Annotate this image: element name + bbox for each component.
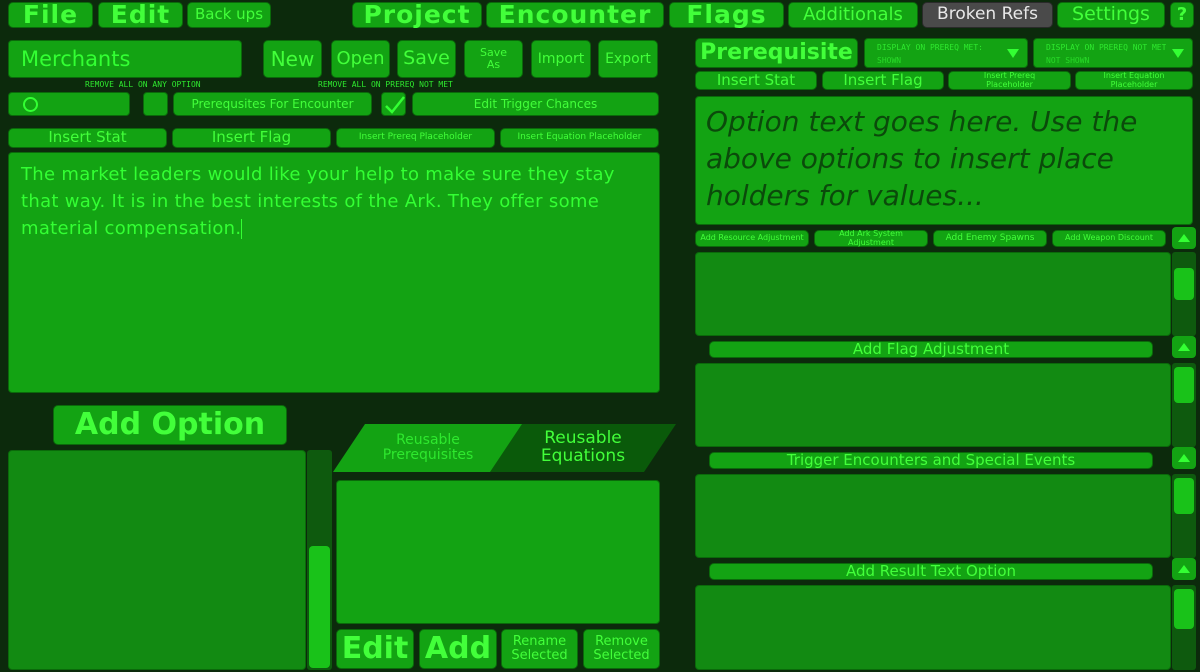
results-scrollbar[interactable]: [1172, 585, 1196, 670]
project-menu[interactable]: Project: [352, 1, 482, 28]
counter-value: 0: [23, 96, 38, 112]
tab-reusable-prerequisites-label: Reusable Prerequisites: [382, 432, 474, 463]
right-insert-stat-button[interactable]: Insert Stat: [695, 71, 817, 90]
results-scroll-up[interactable]: [1172, 558, 1196, 580]
resources-scroll-up[interactable]: [1172, 227, 1196, 249]
result-text-list[interactable]: [695, 585, 1171, 670]
resources-scrollbar[interactable]: [1172, 252, 1196, 336]
file-menu[interactable]: File: [8, 1, 93, 28]
edit-trigger-chances-button[interactable]: Edit Trigger Chances: [412, 92, 659, 116]
add-weapon-discount-button[interactable]: Add Weapon Discount: [1052, 230, 1166, 247]
trigger-encounters-list[interactable]: [695, 474, 1171, 558]
insert-stat-button[interactable]: Insert Stat: [8, 128, 167, 148]
encounter-text: The market leaders would like your help …: [21, 164, 615, 239]
chevron-down-icon: [1007, 49, 1019, 58]
flags-menu[interactable]: Flags: [669, 1, 784, 28]
tab-reusable-equations[interactable]: Reusable Equations: [490, 424, 676, 472]
insert-flag-button[interactable]: Insert Flag: [172, 128, 331, 148]
settings-menu[interactable]: Settings: [1057, 2, 1165, 28]
flags-scroll-thumb[interactable]: [1174, 367, 1194, 403]
insert-prereq-placeholder-button[interactable]: Insert Prereq Placeholder: [336, 128, 495, 148]
flags-scrollbar[interactable]: [1172, 363, 1196, 447]
remove-all-prereq-not-met-label: REMOVE ALL ON PREREQ NOT MET: [318, 80, 453, 89]
reusable-add-button[interactable]: Add: [419, 629, 497, 669]
options-scrollbar[interactable]: [307, 450, 332, 670]
export-button[interactable]: Export: [598, 40, 658, 78]
remove-all-prereq-not-met-checkbox[interactable]: [381, 92, 406, 116]
flags-scroll-up[interactable]: [1172, 336, 1196, 358]
save-as-button[interactable]: Save As: [464, 40, 523, 78]
add-ark-system-adjustment-button[interactable]: Add Ark System Adjustment: [814, 229, 928, 247]
remove-all-any-option-label: REMOVE ALL ON ANY OPTION: [85, 80, 201, 89]
display-on-met-label: DISPLAY ON PREREQ MET:: [877, 43, 983, 52]
encounter-text-area[interactable]: The market leaders would like your help …: [8, 152, 660, 393]
options-list[interactable]: [8, 450, 306, 670]
reusable-edit-button[interactable]: Edit: [336, 629, 414, 669]
right-insert-equation-placeholder-button[interactable]: Insert Equation Placeholder: [1075, 71, 1193, 90]
add-result-text-option-button[interactable]: Add Result Text Option: [709, 563, 1153, 580]
encounter-menu[interactable]: Encounter: [486, 1, 664, 28]
encounter-name-input[interactable]: Merchants: [8, 40, 242, 78]
prerequisites-for-encounter-button[interactable]: Prerequsites For Encounter: [173, 92, 372, 116]
resource-adjustment-list[interactable]: [695, 252, 1171, 336]
chevron-up-icon: [1178, 234, 1190, 242]
text-cursor: [241, 219, 243, 239]
remove-selected-button[interactable]: Remove Selected: [583, 629, 660, 669]
flag-adjustment-list[interactable]: [695, 363, 1171, 447]
chevron-down-icon: [1172, 49, 1184, 58]
chevron-up-icon: [1178, 454, 1190, 462]
new-button[interactable]: New: [263, 40, 322, 78]
triggers-scrollbar[interactable]: [1172, 474, 1196, 558]
triggers-scroll-thumb[interactable]: [1174, 478, 1194, 514]
broken-refs-menu[interactable]: Broken Refs: [922, 2, 1053, 28]
rename-selected-button[interactable]: Rename Selected: [501, 629, 578, 669]
open-button[interactable]: Open: [331, 40, 390, 78]
prerequisite-button[interactable]: Prerequisite: [695, 38, 858, 68]
checkmark-icon: [385, 96, 405, 114]
trigger-encounters-button[interactable]: Trigger Encounters and Special Events: [709, 452, 1153, 469]
add-enemy-spawns-button[interactable]: Add Enemy Spawns: [933, 230, 1047, 247]
save-button[interactable]: Save: [397, 40, 456, 78]
results-scroll-thumb[interactable]: [1174, 589, 1194, 629]
tab-reusable-equations-label: Reusable Equations: [540, 428, 626, 466]
add-resource-adjustment-button[interactable]: Add Resource Adjustment: [695, 230, 809, 247]
edit-menu[interactable]: Edit: [98, 1, 183, 28]
add-flag-adjustment-button[interactable]: Add Flag Adjustment: [709, 341, 1153, 358]
insert-equation-placeholder-button[interactable]: Insert Equation Placeholder: [500, 128, 659, 148]
resources-scroll-thumb[interactable]: [1174, 268, 1194, 300]
display-not-met-value: NOT SHOWN: [1046, 56, 1090, 65]
display-on-prereq-met-dropdown[interactable]: DISPLAY ON PREREQ MET: SHOWN: [864, 38, 1028, 68]
option-text-input[interactable]: Option text goes here. Use the above opt…: [695, 96, 1193, 225]
import-button[interactable]: Import: [531, 40, 591, 78]
right-insert-flag-button[interactable]: Insert Flag: [822, 71, 944, 90]
right-insert-prereq-placeholder-button[interactable]: Insert Prereq Placeholder: [948, 71, 1071, 90]
help-button[interactable]: ?: [1170, 2, 1194, 28]
chevron-up-icon: [1178, 343, 1190, 351]
display-on-met-value: SHOWN: [877, 56, 902, 65]
options-scroll-thumb[interactable]: [309, 546, 330, 668]
backups-menu[interactable]: Back ups: [187, 2, 271, 28]
display-on-prereq-not-met-dropdown[interactable]: DISPLAY ON PREREQ NOT MET: NOT SHOWN: [1033, 38, 1193, 68]
additionals-menu[interactable]: Additionals: [788, 2, 918, 28]
add-option-button[interactable]: Add Option: [53, 405, 287, 445]
triggers-scroll-up[interactable]: [1172, 447, 1196, 469]
reusable-list[interactable]: [336, 480, 660, 624]
counter-field[interactable]: 0: [8, 92, 130, 116]
chevron-up-icon: [1178, 565, 1190, 573]
remove-all-any-option-checkbox[interactable]: [143, 92, 168, 116]
display-not-met-label: DISPLAY ON PREREQ NOT MET:: [1046, 43, 1166, 52]
